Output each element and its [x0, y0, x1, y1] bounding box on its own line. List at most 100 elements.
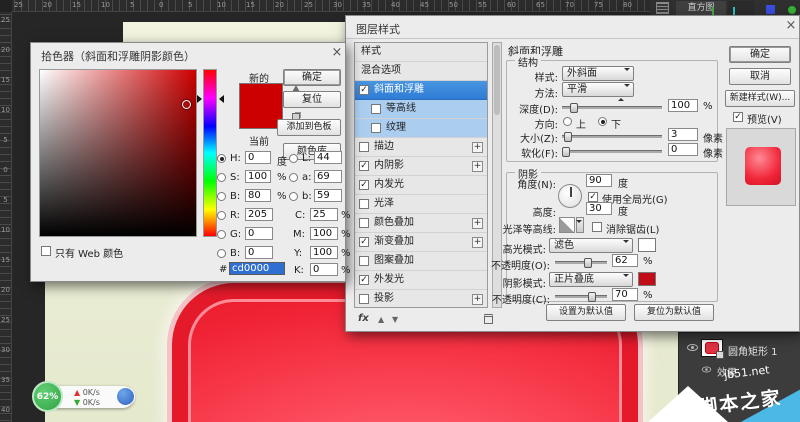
a-input[interactable]: 69: [314, 170, 342, 183]
list-item-drop-shadow[interactable]: 投影 +: [355, 290, 487, 308]
contour-picker-arrow[interactable]: [576, 217, 584, 233]
tab-hidden[interactable]: [728, 1, 754, 15]
a-radio[interactable]: [289, 173, 298, 182]
r-radio[interactable]: [217, 211, 226, 220]
highlight-opacity-thumb[interactable]: [584, 258, 592, 268]
scrollbar-thumb[interactable]: [494, 45, 500, 115]
b-input[interactable]: 80: [245, 189, 271, 202]
add-to-swatches-button[interactable]: 添加到色板: [277, 119, 341, 136]
r-input[interactable]: 205: [245, 208, 273, 221]
list-item-styles[interactable]: 样式: [355, 43, 487, 62]
color-picker-ok-button[interactable]: 确定: [283, 69, 341, 86]
l-radio[interactable]: [289, 154, 298, 163]
size-slider[interactable]: [562, 135, 662, 138]
method-dropdown[interactable]: 平滑: [562, 82, 634, 97]
direction-up-radio[interactable]: [563, 117, 572, 126]
list-item-satin[interactable]: 光泽: [355, 195, 487, 214]
layer-style-ok-button[interactable]: 确定: [729, 46, 791, 63]
fx-icon[interactable]: fx: [358, 313, 369, 324]
plus-icon[interactable]: +: [472, 218, 483, 229]
list-item-texture[interactable]: 纹理: [355, 119, 487, 138]
size-input[interactable]: 3: [668, 128, 698, 141]
soften-slider[interactable]: [562, 150, 662, 153]
checkbox-checked[interactable]: ✓: [359, 275, 369, 285]
layer-thumbnail[interactable]: [701, 339, 723, 357]
list-item-gradient-overlay[interactable]: ✓ 渐变叠加 +: [355, 233, 487, 252]
checkbox-unchecked[interactable]: [359, 218, 369, 228]
move-down-icon[interactable]: ▼: [392, 315, 398, 324]
hue-slider[interactable]: [203, 69, 217, 237]
depth-slider-thumb[interactable]: [570, 103, 578, 113]
list-item-contour[interactable]: 等高线: [355, 100, 487, 119]
g-input[interactable]: 0: [245, 227, 273, 240]
layer-style-cancel-button[interactable]: 取消: [729, 68, 791, 85]
shadow-opacity-thumb[interactable]: [588, 292, 596, 302]
shadow-mode-dropdown[interactable]: 正片叠底: [549, 272, 633, 287]
s-radio[interactable]: [217, 173, 226, 182]
highlight-opacity-input[interactable]: 62: [612, 254, 638, 267]
hue-marker-left-icon[interactable]: [197, 95, 202, 103]
new-style-button[interactable]: 新建样式(W)...: [725, 90, 795, 107]
vertical-ruler[interactable]: 2520151050510152025303540: [0, 0, 12, 422]
layer-name[interactable]: 圆角矩形 1: [728, 343, 778, 358]
plus-icon[interactable]: +: [472, 142, 483, 153]
b3-input[interactable]: 0: [245, 246, 273, 259]
highlight-color-swatch[interactable]: [638, 238, 656, 252]
checkbox-unchecked[interactable]: [359, 294, 369, 304]
checkbox-unchecked[interactable]: [359, 142, 369, 152]
direction-down-radio[interactable]: [598, 117, 607, 126]
b3-radio[interactable]: [217, 249, 226, 258]
color-picker-close-icon[interactable]: ×: [330, 45, 344, 60]
list-item-color-overlay[interactable]: 颜色叠加 +: [355, 214, 487, 233]
delete-effect-icon[interactable]: [484, 314, 493, 324]
h-input[interactable]: 0: [245, 151, 271, 164]
checkbox-checked[interactable]: ✓: [359, 237, 369, 247]
list-item-pattern-overlay[interactable]: 图案叠加: [355, 252, 487, 271]
hue-marker-right-icon[interactable]: [219, 95, 224, 103]
m-input[interactable]: 100: [310, 227, 338, 240]
plus-icon[interactable]: +: [472, 294, 483, 305]
altitude-input[interactable]: 30: [586, 202, 612, 215]
depth-slider[interactable]: [562, 106, 662, 109]
shadow-opacity-input[interactable]: 70: [612, 288, 638, 301]
color-picker-reset-button[interactable]: 复位: [283, 91, 341, 108]
size-slider-thumb[interactable]: [564, 132, 572, 142]
set-default-button[interactable]: 设置为默认值: [546, 304, 626, 321]
list-item-blending-options[interactable]: 混合选项: [355, 62, 487, 81]
highlight-mode-dropdown[interactable]: 滤色: [549, 238, 633, 253]
c-input[interactable]: 25: [310, 208, 338, 221]
y-input[interactable]: 100: [310, 246, 338, 259]
b2-radio[interactable]: [289, 192, 298, 201]
web-only-checkbox[interactable]: [41, 246, 51, 256]
color-field-marker[interactable]: [182, 100, 191, 109]
highlight-opacity-slider[interactable]: [555, 261, 607, 264]
global-light-checkbox[interactable]: ✓: [588, 192, 598, 202]
list-item-inner-shadow[interactable]: ✓ 内阴影 +: [355, 157, 487, 176]
checkbox-unchecked[interactable]: [371, 104, 381, 114]
soften-slider-thumb[interactable]: [562, 147, 570, 157]
layer-row[interactable]: 圆角矩形 1: [679, 337, 800, 361]
layer-style-close-icon[interactable]: ×: [784, 18, 798, 33]
checkbox-checked[interactable]: ✓: [359, 161, 369, 171]
depth-input[interactable]: 100: [668, 99, 698, 112]
preview-checkbox[interactable]: ✓: [733, 112, 743, 122]
checkbox-checked[interactable]: ✓: [359, 180, 369, 190]
list-item-outer-glow[interactable]: ✓ 外发光: [355, 271, 487, 290]
angle-dial[interactable]: [558, 184, 582, 208]
reset-default-button[interactable]: 复位为默认值: [634, 304, 714, 321]
visibility-eye-icon[interactable]: [687, 344, 698, 351]
antialias-checkbox[interactable]: [592, 222, 602, 232]
plus-icon[interactable]: +: [472, 161, 483, 172]
plus-icon[interactable]: +: [472, 237, 483, 248]
list-item-stroke[interactable]: 描边 +: [355, 138, 487, 157]
h-radio[interactable]: [217, 154, 226, 163]
b-radio[interactable]: [217, 192, 226, 201]
style-dropdown[interactable]: 外斜面: [562, 66, 634, 81]
g-radio[interactable]: [217, 230, 226, 239]
effects-eye-icon[interactable]: [702, 367, 711, 373]
angle-input[interactable]: 90: [586, 174, 612, 187]
s-input[interactable]: 100: [245, 170, 271, 183]
l-input[interactable]: 44: [314, 151, 342, 164]
gloss-contour-thumbnail[interactable]: [559, 217, 575, 233]
move-up-icon[interactable]: ▲: [378, 315, 384, 324]
